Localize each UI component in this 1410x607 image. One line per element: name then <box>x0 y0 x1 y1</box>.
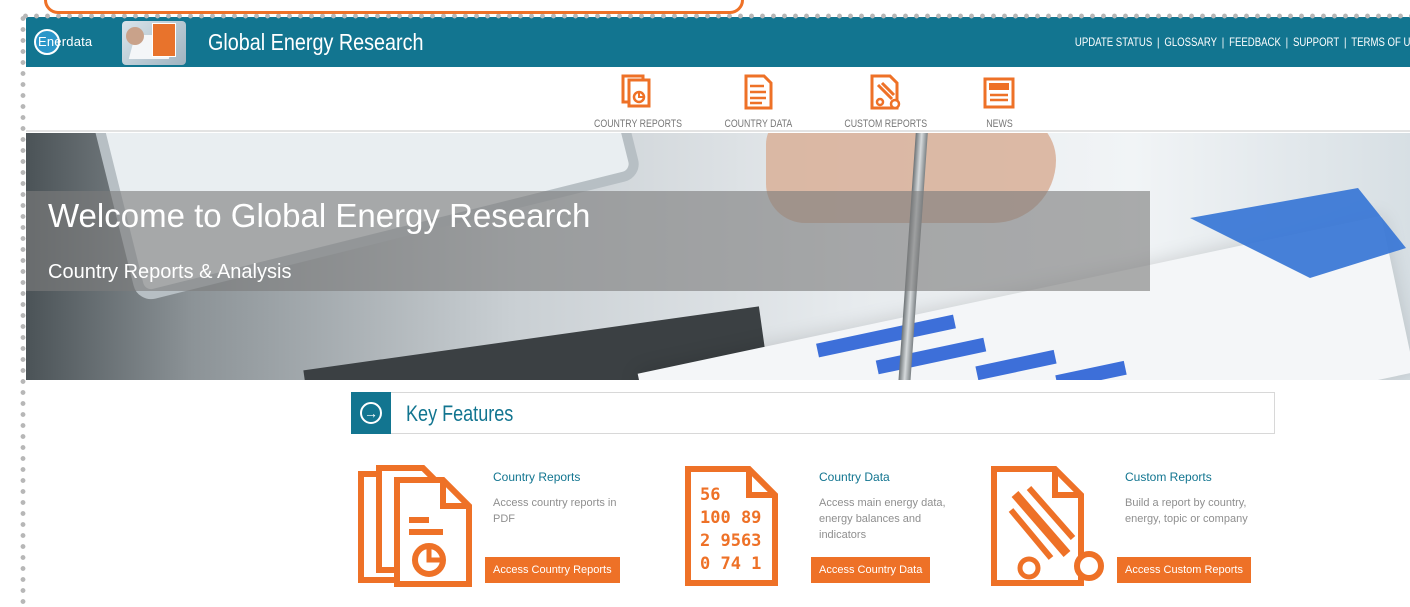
scissors-report-icon <box>991 466 1104 586</box>
documents-pie-icon <box>358 465 472 587</box>
country-data-icon <box>744 74 773 110</box>
top-header-bar: Enerdata Global Energy Research UPDATE S… <box>26 17 1410 67</box>
arrow-circle-icon: → <box>351 392 391 434</box>
feature-title: Custom Reports <box>1125 470 1212 484</box>
data-sheet-numbers: 56 100 89 2 9563 0 74 1 <box>700 485 762 574</box>
enerdata-logo[interactable]: Enerdata <box>34 29 114 55</box>
feature-description: Access country reports in PDF <box>493 497 617 525</box>
key-features-header: → Key Features <box>351 392 1275 434</box>
update-status-link[interactable]: UPDATE STATUS <box>1074 35 1151 49</box>
nav-item-country-reports[interactable]: COUNTRY REPORTS <box>583 73 693 132</box>
dotted-border-left <box>20 13 26 607</box>
feature-country-reports: Country Reports Access country reports i… <box>357 462 647 592</box>
nav-label-country-data: COUNTRY DATA <box>724 118 793 130</box>
main-nav: COUNTRY REPORTS COUNTRY DATA CUSTOM REPO… <box>26 67 1410 132</box>
feature-title: Country Reports <box>493 470 581 484</box>
key-features-title: Key Features <box>406 401 514 426</box>
news-icon <box>983 77 1015 109</box>
hero-title: Welcome to Global Energy Research <box>48 197 591 234</box>
access-country-reports-button[interactable]: Access Country Reports <box>485 557 620 583</box>
custom-reports-icon <box>870 74 900 110</box>
site-title[interactable]: Global Energy Research <box>208 29 423 56</box>
support-link[interactable]: SUPPORT <box>1292 35 1338 49</box>
nav-label-country-reports: COUNTRY REPORTS <box>594 118 683 130</box>
nav-item-country-data[interactable]: COUNTRY DATA <box>716 73 801 132</box>
feature-description: Build a report by country, energy, topic… <box>1125 497 1248 525</box>
hero-subtitle: Country Reports & Analysis <box>48 261 292 283</box>
feature-description: Access main energy data, energy balances… <box>819 497 946 541</box>
nav-label-custom-reports: CUSTOM REPORTS <box>844 118 928 130</box>
highlight-tab-frame <box>44 0 744 14</box>
site-thumbnail-image <box>122 21 186 65</box>
terms-link[interactable]: TERMS OF U <box>1351 35 1410 49</box>
nav-label-news: NEWS <box>985 118 1013 130</box>
feature-country-data: 56 100 89 2 9563 0 74 1 Country Data Acc… <box>683 462 973 592</box>
top-links: UPDATE STATUS | GLOSSARY | FEEDBACK | SUPPORT |… <box>1074 35 1410 49</box>
nav-item-custom-reports[interactable]: CUSTOM REPORTS <box>834 73 938 132</box>
nav-item-news[interactable]: NEWS <box>981 73 1017 132</box>
access-custom-reports-button[interactable]: Access Custom Reports <box>1117 557 1251 583</box>
access-country-data-button[interactable]: Access Country Data <box>811 557 931 583</box>
hero-banner: Welcome to Global Energy Research Countr… <box>26 133 1410 380</box>
feature-custom-reports: Custom Reports Build a report by country… <box>989 462 1289 592</box>
feedback-link[interactable]: FEEDBACK <box>1229 35 1281 49</box>
feature-title: Country Data <box>819 470 890 484</box>
glossary-link[interactable]: GLOSSARY <box>1164 35 1217 49</box>
logo-text: Enerdata <box>38 34 93 49</box>
country-reports-icon <box>621 74 651 108</box>
